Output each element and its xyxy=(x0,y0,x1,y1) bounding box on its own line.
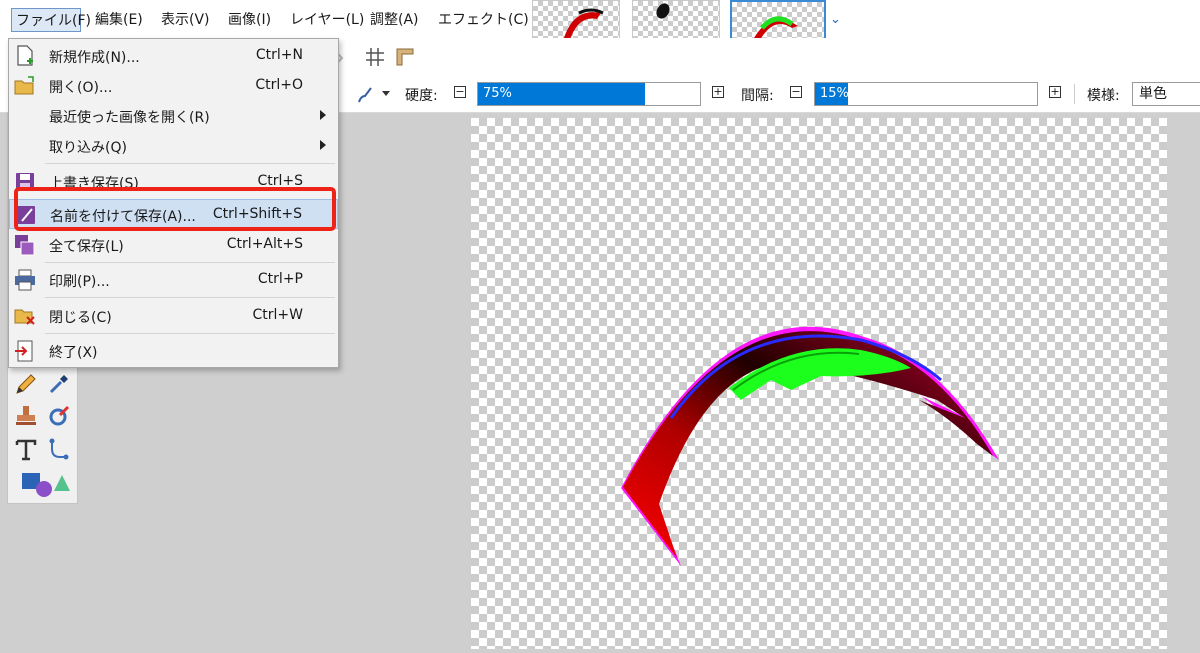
menu-item-label: 印刷(P)... xyxy=(49,274,110,290)
save-all-icon xyxy=(15,235,35,256)
annotation-highlight-box xyxy=(14,187,336,231)
new-file-icon xyxy=(17,45,33,66)
menu-separator xyxy=(45,163,335,164)
brush-icon[interactable] xyxy=(355,84,375,104)
submenu-arrow-icon xyxy=(320,110,326,120)
color-picker-icon[interactable] xyxy=(46,371,72,397)
menu-item-print[interactable]: 印刷(P)... Ctrl+P xyxy=(9,265,338,295)
spacing-value: 15% xyxy=(820,86,849,101)
menu-item-exit[interactable]: 終了(X) xyxy=(9,336,338,366)
menu-item-close[interactable]: 閉じる(C) Ctrl+W xyxy=(9,301,338,331)
menu-item-shortcut: Ctrl+P xyxy=(257,271,303,287)
text-tool-icon[interactable] xyxy=(13,437,39,463)
menu-item-label: 開く(O)... xyxy=(49,80,113,96)
hardness-decrease-button[interactable]: − xyxy=(454,86,466,98)
menu-view[interactable]: 表示(V) xyxy=(158,9,213,31)
hardness-label: 硬度: xyxy=(405,88,438,104)
menu-separator xyxy=(45,262,335,263)
hardness-slider[interactable]: 75% xyxy=(477,82,701,106)
menu-item-shortcut: Ctrl+O xyxy=(255,77,303,93)
line-curve-icon[interactable] xyxy=(46,437,72,463)
menu-item-open[interactable]: 開く(O)... Ctrl+O xyxy=(9,71,338,101)
menu-item-label: 取り込み(Q) xyxy=(49,140,127,156)
menu-layer[interactable]: レイヤー(L) xyxy=(287,9,367,31)
menu-item-save-all[interactable]: 全て保存(L) Ctrl+Alt+S xyxy=(9,230,338,260)
ruler-icon[interactable] xyxy=(394,46,416,68)
grid-icon[interactable] xyxy=(364,46,386,68)
brush-dropdown-arrow[interactable] xyxy=(382,91,390,96)
menu-item-label: 全て保存(L) xyxy=(49,239,124,255)
menu-item-label: 終了(X) xyxy=(49,345,98,361)
hardness-value: 75% xyxy=(483,86,512,101)
submenu-arrow-icon xyxy=(320,140,326,150)
spacing-label: 間隔: xyxy=(741,88,774,104)
menu-separator xyxy=(45,297,335,298)
menu-item-label: 最近使った画像を開く(R) xyxy=(49,110,210,126)
menu-item-label: 新規作成(N)... xyxy=(49,50,140,66)
menu-adjust[interactable]: 調整(A) xyxy=(367,9,422,31)
menu-item-acquire[interactable]: 取り込み(Q) xyxy=(9,131,338,161)
image-canvas[interactable] xyxy=(471,118,1167,649)
menu-file[interactable]: ファイル(F) xyxy=(11,8,91,32)
open-folder-icon xyxy=(14,76,34,95)
menu-item-shortcut: Ctrl+N xyxy=(255,47,303,63)
close-folder-icon xyxy=(14,309,35,325)
pencil-icon[interactable] xyxy=(13,371,39,397)
menu-image[interactable]: 画像(I) xyxy=(225,9,274,31)
brush-stroke-artwork xyxy=(621,326,999,566)
clone-stamp-icon[interactable] xyxy=(13,403,39,429)
menu-item-open-recent[interactable]: 最近使った画像を開く(R) xyxy=(9,101,338,131)
menu-bar: ファイル(F) 編集(E) 表示(V) 画像(I) レイヤー(L) 調整(A) … xyxy=(0,0,1200,74)
spacing-slider[interactable]: 15% xyxy=(814,82,1038,106)
hardness-increase-button[interactable]: + xyxy=(712,86,724,98)
chevron-down-icon[interactable]: ⌄ xyxy=(830,12,841,27)
shapes-icon[interactable] xyxy=(18,467,74,499)
menu-item-label: 閉じる(C) xyxy=(49,310,112,326)
exit-icon xyxy=(15,340,33,362)
spacing-increase-button[interactable]: + xyxy=(1049,86,1061,98)
menu-edit[interactable]: 編集(E) xyxy=(92,9,146,31)
recolor-icon[interactable] xyxy=(46,403,72,429)
pattern-label: 模様: xyxy=(1087,88,1120,104)
menu-item-shortcut: Ctrl+Alt+S xyxy=(226,236,303,252)
menu-separator xyxy=(45,333,335,334)
menu-item-new[interactable]: 新規作成(N)... Ctrl+N xyxy=(9,41,338,71)
menu-effect[interactable]: エフェクト(C) xyxy=(435,9,532,31)
print-icon xyxy=(15,269,35,291)
pattern-select[interactable]: 単色 xyxy=(1132,82,1200,106)
spacing-decrease-button[interactable]: − xyxy=(790,86,802,98)
toolbar-divider xyxy=(1074,84,1075,104)
menu-item-shortcut: Ctrl+W xyxy=(252,307,303,323)
